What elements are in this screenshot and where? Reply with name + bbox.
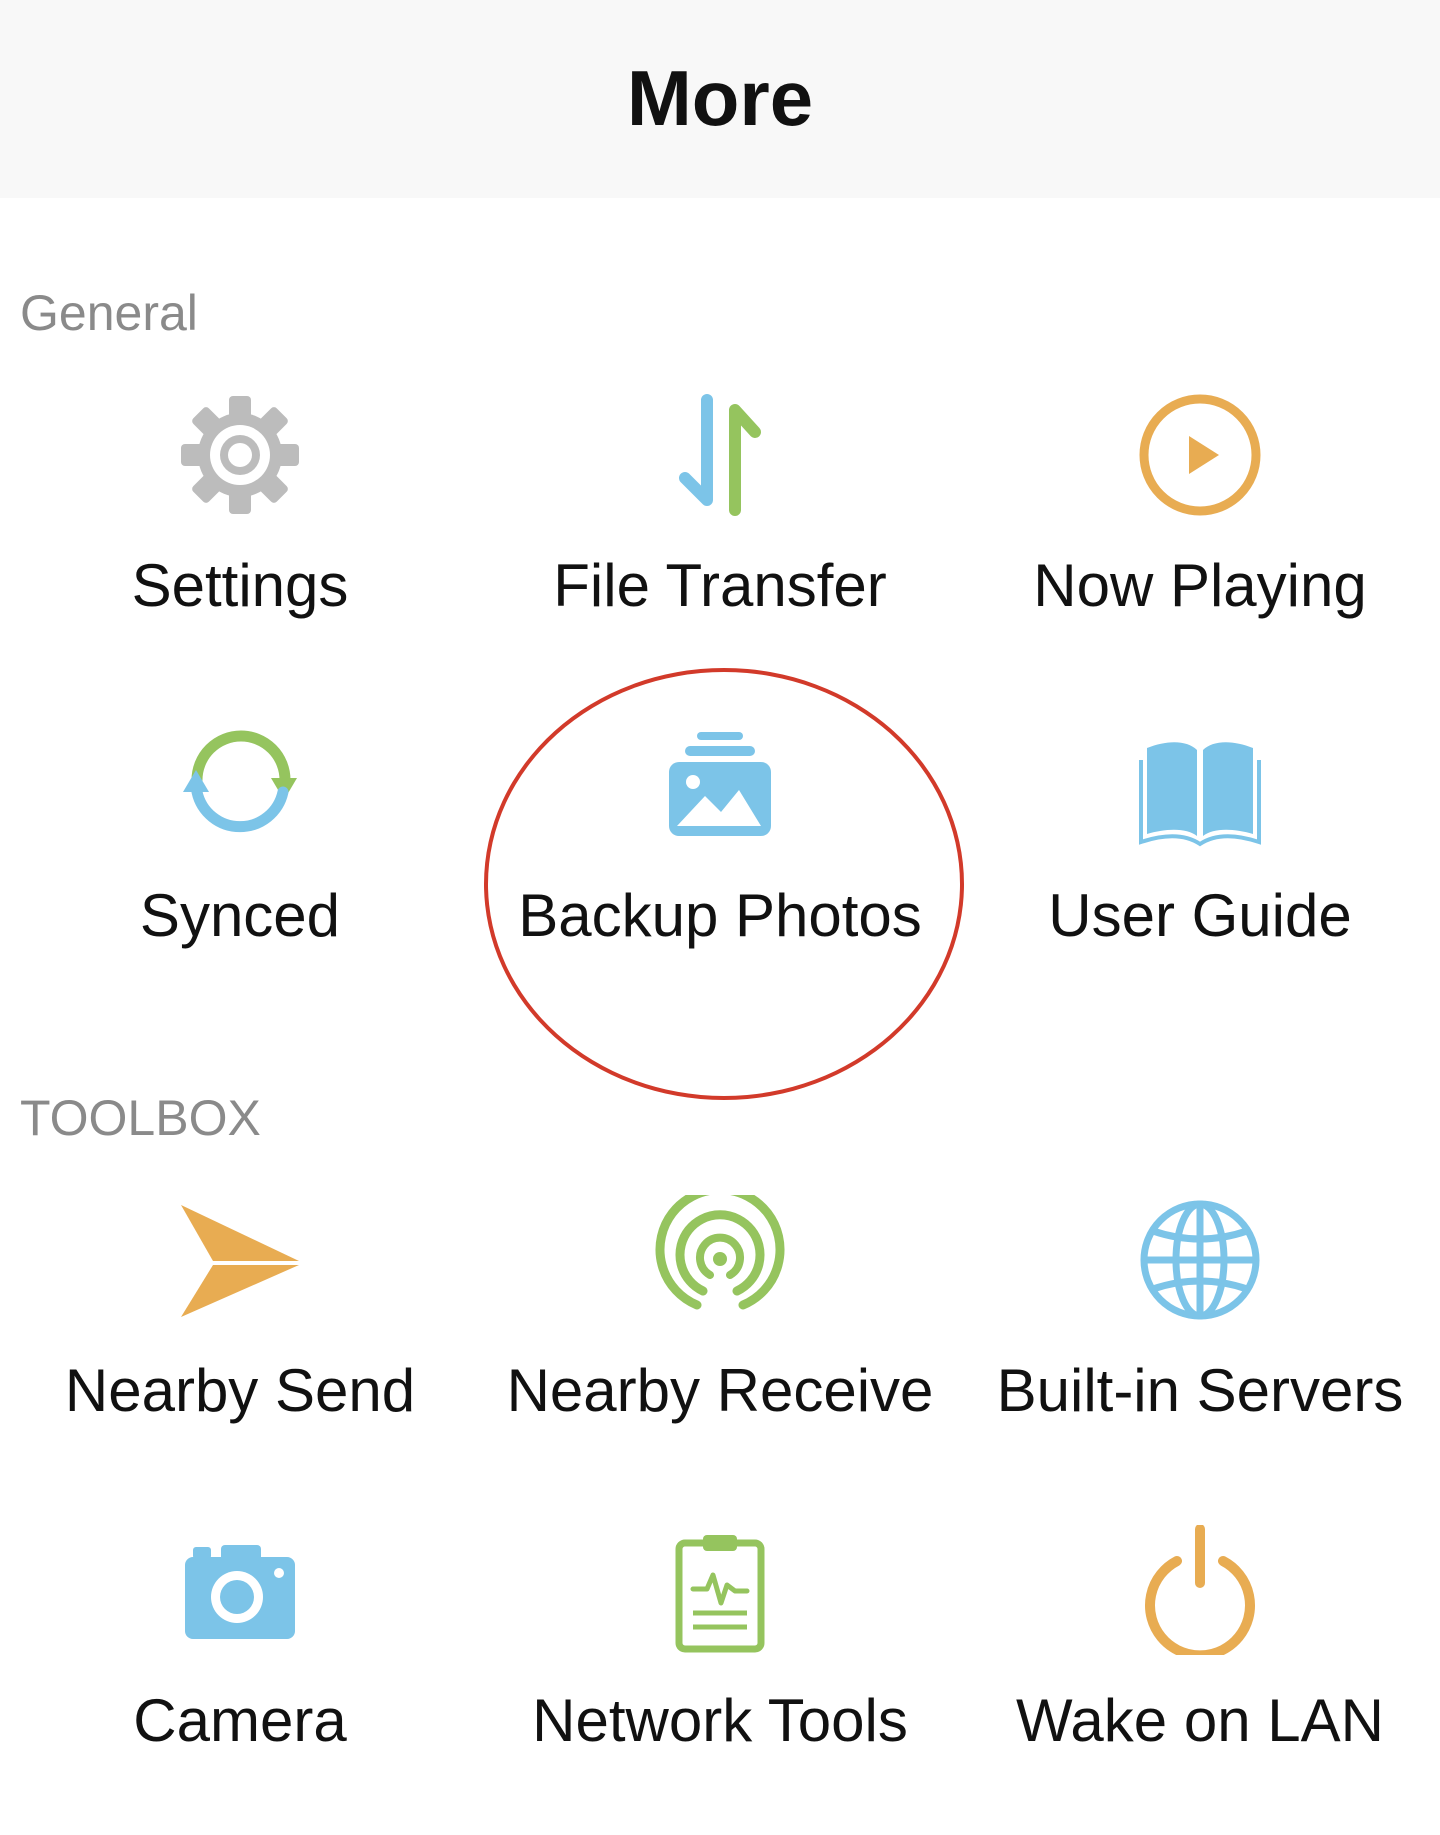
- tile-label: Synced: [139, 882, 341, 949]
- signal-receive-icon: [655, 1195, 785, 1325]
- transfer-arrows-icon: [655, 390, 785, 520]
- tile-label: Nearby Receive: [506, 1357, 934, 1424]
- photo-stack-icon: [655, 720, 785, 850]
- tile-label: Backup Photos: [518, 882, 922, 949]
- tile-label: Nearby Send: [64, 1357, 416, 1424]
- tile-file-transfer[interactable]: File Transfer: [480, 390, 960, 690]
- tile-label: Settings: [131, 552, 349, 619]
- play-circle-icon: [1135, 390, 1265, 520]
- tile-label: Built-in Servers: [996, 1357, 1404, 1424]
- tile-nearby-send[interactable]: Nearby Send: [0, 1195, 480, 1495]
- tile-backup-photos[interactable]: Backup Photos: [480, 720, 960, 1020]
- tile-label: File Transfer: [553, 552, 887, 619]
- power-icon: [1135, 1525, 1265, 1655]
- paper-plane-icon: [175, 1195, 305, 1325]
- page-title: More: [626, 54, 814, 142]
- clipboard-pulse-icon: [655, 1525, 785, 1655]
- section-title-general: General: [20, 285, 198, 341]
- section-title-toolbox: TOOLBOX: [20, 1090, 261, 1146]
- tile-user-guide[interactable]: User Guide: [960, 720, 1440, 1020]
- tile-camera[interactable]: Camera: [0, 1525, 480, 1825]
- tile-nearby-receive[interactable]: Nearby Receive: [480, 1195, 960, 1495]
- camera-icon: [175, 1525, 305, 1655]
- gear-icon: [175, 390, 305, 520]
- more-screen: More General Settings File Transfer Now …: [0, 0, 1440, 1835]
- header-bar: More: [0, 0, 1440, 198]
- tile-network-tools[interactable]: Network Tools: [480, 1525, 960, 1825]
- tile-wake-on-lan[interactable]: Wake on LAN: [960, 1525, 1440, 1825]
- open-book-icon: [1135, 720, 1265, 850]
- tile-settings[interactable]: Settings: [0, 390, 480, 690]
- tile-label: User Guide: [1048, 882, 1352, 949]
- globe-icon: [1135, 1195, 1265, 1325]
- tile-synced[interactable]: Synced: [0, 720, 480, 1020]
- tile-now-playing[interactable]: Now Playing: [960, 390, 1440, 690]
- tile-label: Wake on LAN: [1016, 1687, 1384, 1754]
- sync-icon: [175, 720, 305, 850]
- tile-label: Now Playing: [1033, 552, 1367, 619]
- tile-label: Network Tools: [532, 1687, 908, 1754]
- tile-label: Camera: [133, 1687, 347, 1754]
- tile-built-in-servers[interactable]: Built-in Servers: [960, 1195, 1440, 1495]
